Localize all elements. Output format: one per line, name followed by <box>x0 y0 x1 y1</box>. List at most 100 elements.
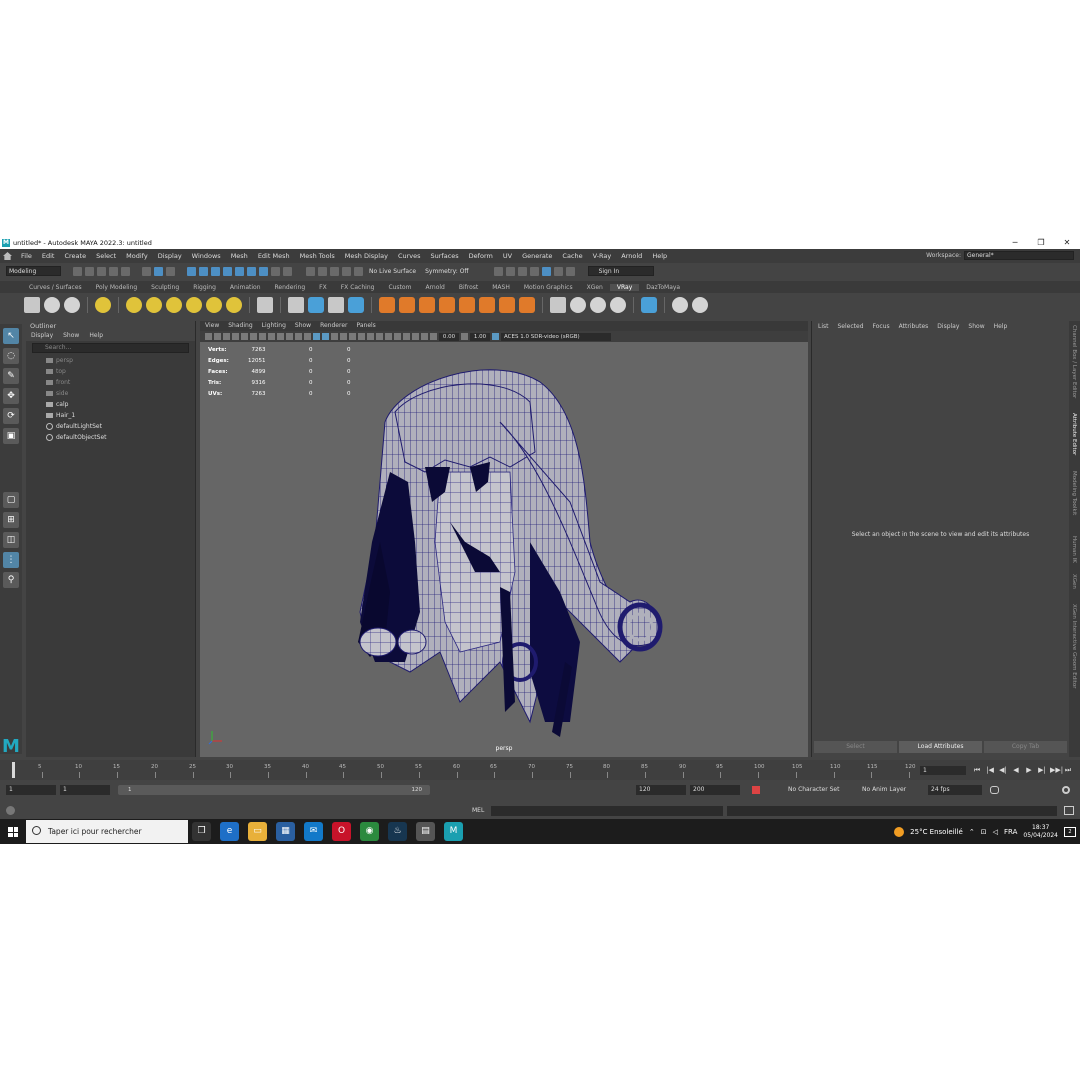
gamma-icon[interactable] <box>461 333 468 340</box>
vray-rect-light-icon[interactable] <box>126 297 142 313</box>
vray-scene-icon[interactable] <box>308 297 324 313</box>
ambient-occlusion-icon[interactable] <box>367 333 374 340</box>
current-time-marker[interactable] <box>12 762 15 778</box>
menu-uv[interactable]: UV <box>498 252 517 260</box>
new-scene-icon[interactable] <box>73 266 82 276</box>
film-gate-icon[interactable] <box>268 333 275 340</box>
menu-vray[interactable]: V-Ray <box>588 252 617 260</box>
two-view-layout-icon[interactable]: ◫ <box>3 532 19 548</box>
go-to-end-button[interactable]: ⏭ <box>1063 765 1073 775</box>
attr-menu-show[interactable]: Show <box>968 321 984 332</box>
scale-tool-icon[interactable]: ▣ <box>3 428 19 444</box>
vray-grid-icon[interactable] <box>459 297 475 313</box>
vray-fur-icon[interactable] <box>348 297 364 313</box>
lasso-tool-icon[interactable]: ◌ <box>3 348 19 364</box>
outliner-item-side[interactable]: side <box>46 388 195 399</box>
default-material-icon[interactable] <box>331 333 338 340</box>
vray-logo-icon[interactable] <box>692 297 708 313</box>
outliner-menu-show[interactable]: Show <box>63 331 79 341</box>
outliner-item-hair[interactable]: Hair_1 <box>46 410 195 421</box>
vray-frame-buffer-icon[interactable] <box>553 266 563 276</box>
open-scene-icon[interactable] <box>85 266 94 276</box>
vray-sun-icon[interactable] <box>226 297 242 313</box>
menu-edit[interactable]: Edit <box>37 252 60 260</box>
maya-taskbar-icon[interactable]: M <box>444 822 463 841</box>
outliner-menu-help[interactable]: Help <box>89 331 103 341</box>
ipr-stop-icon[interactable] <box>565 266 575 276</box>
gamma-field[interactable]: 1.00 <box>470 332 490 341</box>
make-live-icon[interactable] <box>354 266 363 276</box>
shelf-tab-animation[interactable]: Animation <box>223 284 268 291</box>
viewport-menu-lighting[interactable]: Lighting <box>262 321 286 331</box>
menu-select[interactable]: Select <box>91 252 121 260</box>
xray-joints-icon[interactable] <box>421 333 428 340</box>
field-chart-icon[interactable] <box>295 333 302 340</box>
menu-deform[interactable]: Deform <box>464 252 498 260</box>
menu-mesh[interactable]: Mesh <box>226 252 253 260</box>
attr-menu-display[interactable]: Display <box>937 321 959 332</box>
select-by-handle-icon[interactable] <box>187 266 196 276</box>
xray-icon[interactable] <box>412 333 419 340</box>
undo-icon[interactable] <box>109 266 118 276</box>
vray-uv-icon[interactable] <box>499 297 515 313</box>
edge-browser-icon[interactable]: e <box>220 822 239 841</box>
home-icon[interactable] <box>3 252 12 260</box>
outliner-layout-icon[interactable]: ⋮ <box>3 552 19 568</box>
attr-menu-focus[interactable]: Focus <box>873 321 890 332</box>
vray-info-icon[interactable] <box>672 297 688 313</box>
task-view-icon[interactable]: ❒ <box>192 822 211 841</box>
attr-menu-help[interactable]: Help <box>994 321 1008 332</box>
load-attributes-button[interactable]: Load Attributes <box>899 741 982 753</box>
menu-surfaces[interactable]: Surfaces <box>426 252 464 260</box>
vray-hair-material-icon[interactable] <box>399 297 415 313</box>
symmetry-label[interactable]: Symmetry: Off <box>422 268 471 275</box>
microsoft-store-icon[interactable]: ▦ <box>276 822 295 841</box>
tab-xgen-groom-editor[interactable]: XGen Interactive Groom Editor <box>1071 604 1077 689</box>
live-surface-label[interactable]: No Live Surface <box>366 268 419 275</box>
snap-to-point-icon[interactable] <box>330 266 339 276</box>
select-by-dynamic-icon[interactable] <box>247 266 256 276</box>
shelf-tab-fx[interactable]: FX <box>312 284 334 291</box>
step-back-key-button[interactable]: |◀ <box>985 765 995 775</box>
vray-scene-access-icon[interactable] <box>641 297 657 313</box>
shelf-tab-rendering[interactable]: Rendering <box>268 284 313 291</box>
snap-to-curve-icon[interactable] <box>318 266 327 276</box>
script-editor-icon[interactable] <box>1064 806 1074 815</box>
shelf-tab-poly-modeling[interactable]: Poly Modeling <box>89 284 145 291</box>
vray-texture-icon[interactable] <box>439 297 455 313</box>
menu-arnold[interactable]: Arnold <box>616 252 647 260</box>
script-language-label[interactable]: MEL <box>472 807 484 814</box>
viewport-menu-show[interactable]: Show <box>295 321 311 331</box>
command-input[interactable] <box>491 806 723 816</box>
tab-human-ik[interactable]: Human IK <box>1071 536 1077 563</box>
search-icon[interactable]: ⚲ <box>3 572 19 588</box>
3d-viewport[interactable]: Verts: 7263 0 0 Edges: 12051 0 0 Faces: 4899 0 0 … <box>200 342 808 757</box>
move-tool-icon[interactable]: ✥ <box>3 388 19 404</box>
menuset-dropdown[interactable]: Modeling <box>6 266 61 276</box>
copy-tab-button[interactable]: Copy Tab <box>984 741 1067 753</box>
shelf-tab-sculpting[interactable]: Sculpting <box>144 284 186 291</box>
language-indicator[interactable]: FRA <box>1004 828 1017 836</box>
outliner-item-persp[interactable]: persp <box>46 355 195 366</box>
step-back-frame-button[interactable]: ◀| <box>998 765 1008 775</box>
outliner-item-front[interactable]: front <box>46 377 195 388</box>
exposure-field[interactable]: 0.00 <box>439 332 459 341</box>
volume-icon[interactable]: ◁ <box>993 828 998 836</box>
lock-selection-icon[interactable] <box>271 266 280 276</box>
render-settings-icon[interactable] <box>493 266 503 276</box>
tab-modeling-toolkit[interactable]: Modeling Toolkit <box>1071 471 1077 515</box>
2d-pan-zoom-icon[interactable] <box>241 333 248 340</box>
restore-button[interactable]: ❐ <box>1028 236 1054 249</box>
grease-pencil-icon[interactable] <box>250 333 257 340</box>
clock[interactable]: 18:37 05/04/2024 <box>1023 824 1058 840</box>
shelf-tab-motion-graphics[interactable]: Motion Graphics <box>517 284 580 291</box>
vray-fur-material-icon[interactable] <box>419 297 435 313</box>
time-ruler[interactable]: 5 10 15 20 25 30 35 40 45 50 55 60 65 70 75 80 85 90 95 100… <box>10 760 916 780</box>
safe-action-icon[interactable] <box>304 333 311 340</box>
exposure-icon[interactable] <box>430 333 437 340</box>
playback-range-slider[interactable]: 1 120 <box>118 785 430 795</box>
vray-palette-icon[interactable] <box>610 297 626 313</box>
vray-render-shelf-icon[interactable] <box>24 297 40 313</box>
fps-dropdown[interactable]: 24 fps <box>928 785 982 795</box>
menu-help[interactable]: Help <box>647 252 672 260</box>
